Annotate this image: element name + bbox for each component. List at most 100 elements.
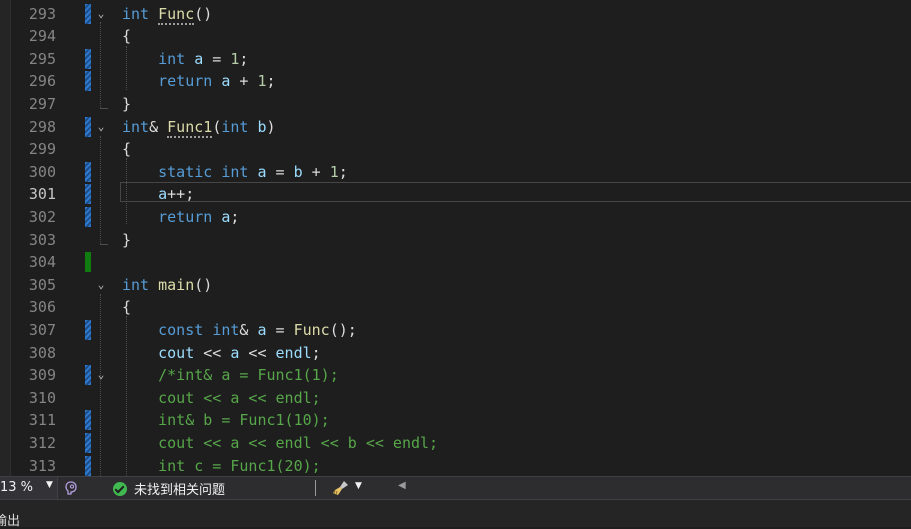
line-number: 298 [28,117,56,136]
code-token: Func [158,4,195,25]
code-text[interactable]: cout << a << endl; [122,387,321,410]
code-token: () [194,275,213,294]
code-token: + [230,72,258,91]
code-text[interactable]: { [122,25,131,48]
code-line[interactable]: 295 int a = 1; [0,48,911,71]
line-number: 312 [28,433,56,452]
line-number: 311 [28,411,56,430]
output-panel-label[interactable]: 输出 [0,510,20,529]
code-line[interactable]: 305 ⌄ int main() [0,274,911,297]
code-token: main [158,275,195,294]
unsaved-change-marker [85,206,91,227]
code-token: a [257,320,267,339]
code-token: & [149,117,168,136]
code-token: ; [266,72,276,91]
code-line[interactable]: 313 int c = Func1(20); [0,455,911,477]
line-number: 299 [28,140,56,159]
code-text[interactable]: static int a = b + 1; [122,161,348,184]
code-cleanup-brush-icon[interactable] [332,480,350,496]
code-line[interactable]: 298 ⌄ int& Func1(int b) [0,116,911,139]
code-token: ( [212,117,222,136]
unsaved-change-marker [85,48,91,69]
code-text[interactable]: } [122,93,131,116]
unsaved-change-marker [85,365,91,386]
code-token: a [158,185,168,204]
code-line[interactable]: 293 ⌄ int Func() [0,3,911,26]
code-text[interactable]: } [122,229,131,252]
fold-chevron-icon[interactable]: ⌄ [94,274,108,297]
code-token: = [266,320,294,339]
code-token: cout << a << endl << b << endl; [158,433,439,452]
intellicode-icon[interactable] [63,480,79,496]
code-line[interactable]: 299 { [0,138,911,161]
code-line[interactable]: 296 return a + 1; [0,70,911,93]
code-token: b [293,162,303,181]
fold-chevron-icon[interactable]: ⌄ [94,116,108,139]
chevron-down-icon[interactable]: ▼ [355,481,362,491]
line-number: 308 [28,343,56,362]
unsaved-change-marker [85,184,91,205]
issues-indicator[interactable]: 未找到相关问题 [113,479,225,498]
code-token: & [239,320,258,339]
code-text[interactable]: /*int& a = Func1(1); [122,364,339,387]
code-text[interactable]: int c = Func1(20); [122,455,321,477]
code-line[interactable]: 304 [0,251,911,274]
statusbar-divider [315,480,316,496]
code-line[interactable]: 300 static int a = b + 1; [0,161,911,184]
code-token: ++; [167,185,195,204]
line-number: 300 [28,162,56,181]
code-text[interactable]: const int& a = Func(); [122,319,357,342]
code-line[interactable]: 297} [0,93,911,116]
code-text[interactable]: return a; [122,206,239,229]
code-text[interactable]: { [122,138,131,161]
fold-chevron-icon[interactable]: ⌄ [94,364,108,387]
code-line[interactable]: 306 { [0,296,911,319]
code-text[interactable]: cout << a << endl; [122,342,321,365]
saved-change-marker [85,252,91,273]
code-text[interactable]: { [122,296,131,319]
scroll-left-arrow-icon[interactable]: ◀ [398,480,406,491]
unsaved-change-marker [85,410,91,431]
code-line[interactable]: 301 a++; [0,183,911,206]
code-token: b [257,117,267,136]
code-line[interactable]: 307 const int& a = Func(); [0,319,911,342]
code-text[interactable]: a++; [122,183,194,206]
chevron-down-icon: ▼ [46,480,53,490]
code-text[interactable]: int& b = Func1(10); [122,409,330,432]
code-text[interactable]: int Func() [122,3,212,26]
code-line[interactable]: 312 cout << a << endl << b << endl; [0,432,911,455]
code-line[interactable]: 310 cout << a << endl; [0,387,911,410]
code-token: Func1 [167,117,213,138]
code-text[interactable]: return a + 1; [122,70,276,93]
code-line[interactable]: 294 { [0,25,911,48]
code-token: + [302,162,330,181]
code-line[interactable]: 309 ⌄ /*int& a = Func1(1); [0,364,911,387]
code-text[interactable]: int a = 1; [122,48,248,71]
code-token: { [122,298,132,317]
check-circle-icon [113,481,127,496]
code-line[interactable]: 302 return a; [0,206,911,229]
code-token: () [194,4,213,23]
code-line[interactable]: 303} [0,229,911,252]
code-token: a [257,162,267,181]
line-number: 306 [28,298,56,317]
code-text[interactable]: int& Func1(int b) [122,116,276,139]
code-token: ; [239,49,249,68]
code-token: = [266,162,294,181]
fold-chevron-icon[interactable]: ⌄ [94,3,108,26]
zoom-dropdown[interactable]: 13 % ▼ [0,477,58,499]
code-token: int c = Func1(20); [158,456,321,475]
code-line[interactable]: 311 int& b = Func1(10); [0,409,911,432]
code-token: const [158,320,204,339]
code-line[interactable]: 308 cout << a << endl; [0,342,911,365]
code-editor[interactable]: 293 ⌄ int Func() 294{295 int a = 1; 296 retu… [0,0,911,476]
unsaved-change-marker [85,432,91,453]
code-text[interactable]: int main() [122,274,212,297]
code-text[interactable]: cout << a << endl << b << endl; [122,432,438,455]
unsaved-change-marker [85,3,91,24]
